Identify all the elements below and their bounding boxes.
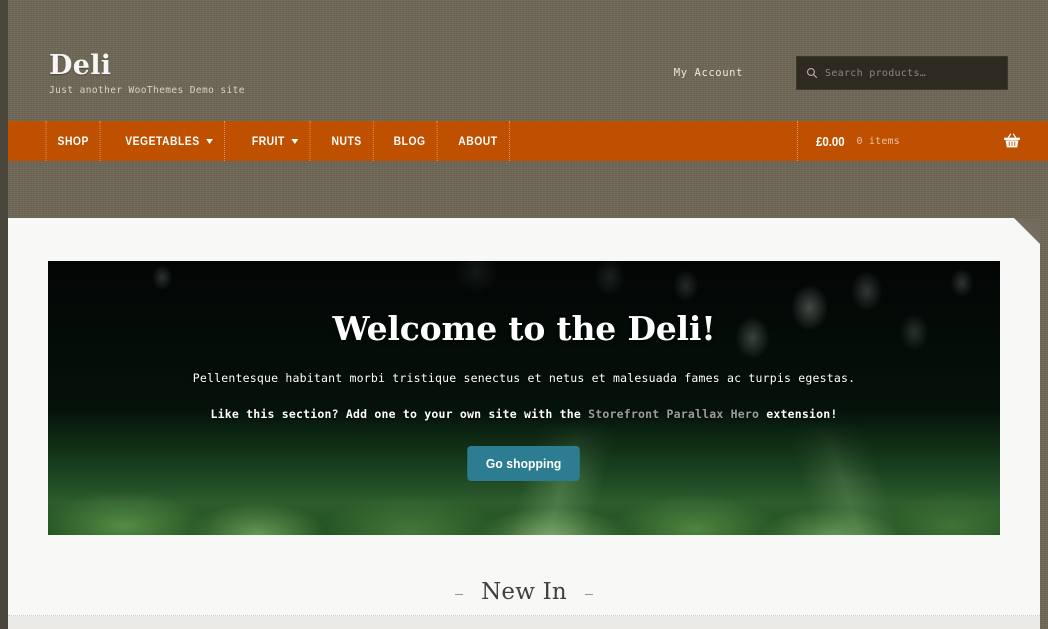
nav-item-nuts[interactable]: NUTS <box>321 121 374 161</box>
nav-item-label: BLOG <box>393 134 426 148</box>
nav-item-label: FRUIT <box>251 134 285 148</box>
cart-area: £0.00 0 items <box>796 121 1048 161</box>
search-input[interactable] <box>825 67 1007 79</box>
new-in-section-header: New In <box>8 579 1040 616</box>
header-utilities: My Account <box>674 56 1008 90</box>
hero-promo-prefix: Like this section? Add one to your own s… <box>210 407 589 421</box>
browser-viewport: Deli Just another WooThemes Demo site My… <box>0 0 1048 629</box>
cart-button[interactable] <box>976 121 1048 161</box>
corner-fold-decoration <box>1014 218 1040 244</box>
nav-items: SHOP VEGETABLES FRUIT NUTS BLOG ABOUT <box>8 121 515 161</box>
section-divider <box>8 615 1040 616</box>
product-search-form[interactable] <box>796 56 1008 90</box>
nav-item-fruit[interactable]: FRUIT <box>241 121 311 161</box>
hero-promo-suffix: extension! <box>759 407 838 421</box>
go-shopping-button[interactable]: Go shopping <box>467 446 581 481</box>
nav-item-label: NUTS <box>331 134 362 148</box>
nav-item-shop[interactable]: SHOP <box>45 121 101 161</box>
hero-promo-line: Like this section? Add one to your own s… <box>211 407 838 421</box>
nav-item-label: ABOUT <box>458 134 498 148</box>
nav-item-label: VEGETABLES <box>125 134 201 148</box>
hero-paragraph: Pellentesque habitant morbi tristique se… <box>192 371 856 385</box>
nav-item-about[interactable]: ABOUT <box>447 121 510 161</box>
cart-totals-link[interactable]: £0.00 0 items <box>796 121 916 161</box>
search-icon <box>806 67 818 79</box>
site-branding[interactable]: Deli Just another WooThemes Demo site <box>49 50 245 97</box>
nav-item-vegetables[interactable]: VEGETABLES <box>114 121 226 161</box>
nav-item-blog[interactable]: BLOG <box>383 121 438 161</box>
chevron-down-icon <box>206 138 214 144</box>
hero-title: Welcome to the Deli! <box>332 309 716 348</box>
site-tagline: Just another WooThemes Demo site <box>49 85 245 97</box>
site-title: Deli <box>49 50 112 81</box>
page-content: Welcome to the Deli! Pellentesque habita… <box>8 218 1040 629</box>
site-header: Deli Just another WooThemes Demo site My… <box>8 0 1048 121</box>
below-fold-area <box>8 616 1040 629</box>
nav-item-label: SHOP <box>57 134 89 148</box>
section-title-new-in: New In <box>455 579 593 605</box>
cart-item-count: 0 items <box>856 135 900 147</box>
cart-amount: £0.00 <box>815 133 845 149</box>
my-account-link[interactable]: My Account <box>674 67 743 79</box>
chevron-down-icon <box>291 138 299 144</box>
storefront-parallax-hero-link[interactable]: Storefront Parallax Hero <box>588 407 759 421</box>
primary-navigation: SHOP VEGETABLES FRUIT NUTS BLOG ABOUT £0… <box>8 121 1048 161</box>
shopping-basket-icon <box>1004 133 1020 148</box>
hero-content: Welcome to the Deli! Pellentesque habita… <box>48 261 1000 535</box>
parallax-hero-section: Welcome to the Deli! Pellentesque habita… <box>48 261 1000 535</box>
